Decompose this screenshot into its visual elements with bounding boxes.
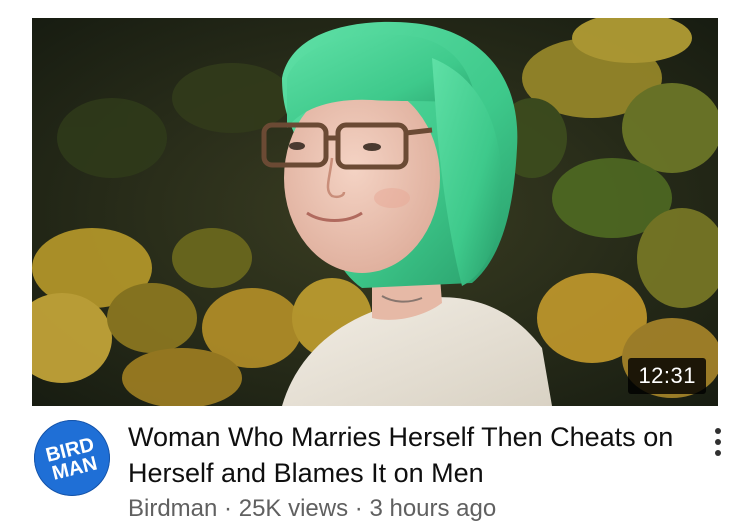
birdman-logo: BIRD MAN [34, 420, 110, 496]
upload-time: 3 hours ago [369, 495, 497, 522]
video-card[interactable]: 12:31 BIRD MAN Woman Who Marries Herself… [0, 0, 749, 525]
view-count: 25K views [238, 495, 349, 522]
meta-separator: · [354, 495, 363, 522]
more-vert-icon-dot [715, 439, 721, 445]
channel-avatar[interactable]: BIRD MAN [34, 420, 110, 496]
more-vert-icon [715, 428, 721, 434]
thumbnail-image [32, 18, 718, 406]
meta-separator: · [224, 495, 233, 522]
video-duration-badge: 12:31 [628, 358, 706, 394]
more-vert-icon-dot [715, 450, 721, 456]
channel-name[interactable]: Birdman [128, 495, 217, 522]
video-title[interactable]: Woman Who Marries Herself Then Cheats on… [128, 419, 698, 491]
video-thumbnail[interactable]: 12:31 [32, 18, 718, 406]
more-options-button[interactable] [706, 424, 730, 460]
video-metadata: Birdman · 25K views · 3 hours ago [128, 495, 496, 523]
